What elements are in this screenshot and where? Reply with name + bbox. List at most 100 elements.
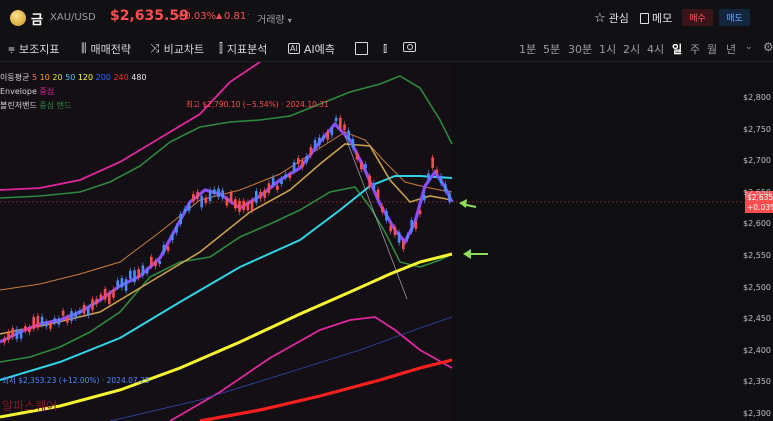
candle-body — [284, 174, 287, 178]
sell-button[interactable]: 매도 — [719, 9, 750, 26]
low-annotation: 최저 $2,353.23 (+12.00%) · 2024.07.25 — [2, 376, 150, 385]
candle-type-icon[interactable]: ⫾ — [383, 41, 387, 56]
buy-button[interactable]: 매수 — [682, 9, 713, 26]
favorite-label: 관심 — [608, 12, 629, 25]
memo-button[interactable]: 메모 — [640, 10, 672, 26]
chevron-down-icon[interactable]: ⌄ — [745, 42, 753, 52]
change-pct: +0.03% — [176, 11, 217, 22]
ma-period-120: 120 — [75, 73, 94, 82]
chart-toolbar: ⩦ 보조지표 ⫼ 매매전략 ⤨ 비교차트 ⫿ 지표분석 AI AI예측 ⫾ 1분… — [0, 36, 773, 62]
candle-body — [36, 315, 40, 328]
candle-body — [91, 299, 94, 310]
favorite-button[interactable]: ☆ 관심 — [594, 10, 629, 26]
candle-body — [141, 265, 145, 276]
high-annotation: 최고 $2,790.10 (−5.54%) · 2024.10.31 — [186, 100, 329, 109]
volume-label: 거래량 — [257, 15, 285, 26]
chart-canvas[interactable] — [0, 62, 773, 421]
candle-body — [7, 332, 10, 340]
candle-body — [444, 183, 447, 192]
bollinger-legend-title: 볼린저밴드 — [0, 101, 37, 110]
top-bar: 금 XAU/USD $2,635.59 +0.03% ▲ 0.81 · 거래량 … — [0, 0, 773, 37]
tf-day[interactable]: 일 — [672, 41, 682, 57]
candle-body — [112, 289, 115, 298]
candle-body — [267, 183, 271, 193]
candle-body — [53, 318, 56, 323]
candle-body — [255, 191, 258, 203]
candle-body — [238, 200, 241, 212]
envelope-legend-title: Envelope — [0, 87, 37, 96]
ai-forecast-button[interactable]: AI AI예측 — [288, 40, 335, 57]
candle-body — [326, 131, 329, 140]
indicators-button[interactable]: ⩦ 보조지표 — [8, 40, 60, 57]
tf-30m[interactable]: 30분 — [568, 41, 592, 57]
price-axis-label: $2,600 — [743, 219, 771, 229]
volume-dropdown[interactable]: 거래량 ▾ — [257, 11, 292, 26]
tf-4h[interactable]: 4시 — [647, 41, 664, 57]
candle-body — [448, 193, 451, 202]
candle-body — [372, 183, 376, 189]
indicators-label: 보조지표 — [19, 42, 60, 56]
envelope-legend[interactable]: Envelope 중심 — [0, 86, 54, 97]
candle-body — [120, 278, 124, 288]
compare-button[interactable]: ⤨ 비교차트 — [150, 40, 204, 57]
candle-body — [187, 204, 191, 211]
candle-body — [208, 190, 212, 202]
analysis-button[interactable]: ⫿ 지표분석 — [219, 40, 267, 57]
candle-body — [288, 174, 292, 179]
candle-body — [435, 169, 439, 174]
candle-body — [95, 298, 98, 305]
tf-1m[interactable]: 1분 — [519, 41, 536, 57]
candle-body — [334, 117, 338, 122]
separator-dot: · — [247, 10, 251, 21]
bollinger-legend[interactable]: 볼린저밴드 중심 밴드 — [0, 100, 71, 111]
candle-body — [393, 226, 397, 235]
candle-body — [427, 173, 430, 180]
tf-1h[interactable]: 1시 — [599, 41, 616, 57]
candle-body — [3, 338, 6, 343]
analysis-label: 지표분석 — [226, 42, 268, 56]
candle-body — [355, 153, 359, 160]
ma-legend[interactable]: 이동평균 5 10 20 50 120 200 240 480 — [0, 72, 147, 83]
settings-gear-icon[interactable]: ⚙ — [763, 40, 773, 54]
candle-body — [99, 294, 103, 299]
candle-body — [221, 190, 224, 199]
candle-body — [364, 164, 367, 169]
price-axis-label: $2,550 — [743, 251, 771, 260]
candle-body — [133, 270, 136, 283]
candle-body — [397, 232, 401, 243]
candle-body — [263, 190, 266, 198]
candle-body — [322, 135, 325, 140]
candle-body — [57, 318, 61, 325]
candle-body — [45, 321, 48, 327]
tf-2h[interactable]: 2시 — [623, 41, 640, 57]
ma-period-200: 200 — [93, 73, 111, 82]
envelope-legend-value: 중심 — [39, 87, 55, 96]
candle-body — [347, 130, 350, 141]
candle-body — [250, 200, 254, 211]
strategy-button[interactable]: ⫼ 매매전략 — [81, 40, 131, 57]
candle-body — [49, 323, 52, 329]
candle-body — [19, 330, 23, 339]
ma-period-240: 240 — [110, 73, 129, 82]
candle-body — [15, 329, 19, 340]
strategy-label: 매매전략 — [90, 42, 132, 56]
tf-5m[interactable]: 5분 — [543, 41, 560, 57]
chevron-down-icon: ▾ — [287, 16, 292, 25]
candle-body — [351, 139, 355, 148]
camera-icon[interactable] — [403, 42, 416, 52]
candle-body — [166, 246, 170, 251]
candle-body — [271, 177, 275, 185]
tf-month[interactable]: 월 — [707, 41, 717, 57]
candle-body — [162, 245, 166, 253]
price-chart[interactable]: $2,800 $2,750 $2,700 $2,650 $2,600 $2,550 $2,5… — [0, 62, 773, 421]
candle-body — [137, 269, 140, 278]
layout-square-icon[interactable] — [355, 42, 368, 55]
price-axis-background — [745, 62, 773, 421]
memo-label: 메모 — [652, 12, 673, 25]
candle-body — [276, 185, 279, 190]
candle-body — [217, 188, 220, 197]
tf-year[interactable]: 년 — [726, 41, 736, 57]
tf-week[interactable]: 주 — [690, 41, 700, 57]
candle-body — [242, 200, 245, 211]
candle-body — [70, 311, 73, 321]
